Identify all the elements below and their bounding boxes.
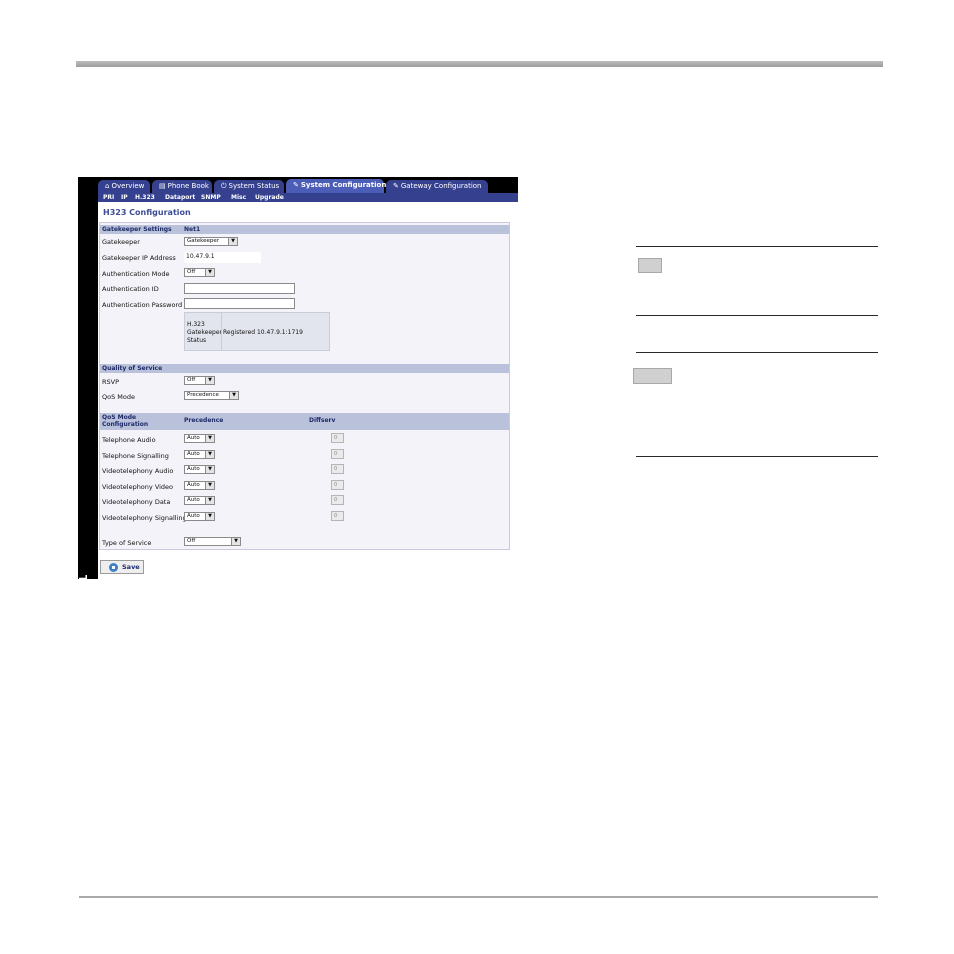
tab-phone-book[interactable]: ▤ Phone Book: [152, 180, 212, 193]
precedence-select[interactable]: Auto ▼: [184, 450, 215, 459]
bottom-rule: [79, 896, 878, 898]
gatekeeper-select[interactable]: Gatekeeper ▼: [184, 237, 238, 246]
tos-select[interactable]: Off ▼: [184, 537, 241, 546]
subnav-dataport[interactable]: Dataport: [165, 193, 195, 202]
qos-row-label: Telephone Audio: [102, 436, 156, 444]
qos-mode-select[interactable]: Precedence ▼: [184, 391, 239, 400]
qos-row-label: Videotelephony Signalling: [102, 514, 187, 522]
gatekeeper-ip-input[interactable]: 10.47.9.1: [184, 252, 261, 263]
wrench-icon: ✎: [293, 181, 299, 189]
chevron-down-icon: ▼: [205, 435, 214, 442]
rsvp-select[interactable]: Off ▼: [184, 376, 215, 385]
brand-sidebar: TANDBERGGateway: [76, 177, 98, 696]
tab-gateway-configuration[interactable]: ✎ Gateway Configuration: [386, 180, 488, 193]
top-rule: [76, 61, 883, 67]
qos-row-label: Telephone Signalling: [102, 452, 169, 460]
qos-config-section-header: QoS Mode Configuration Precedence Diffse…: [100, 413, 509, 430]
tos-label: Type of Service: [102, 539, 152, 547]
home-icon: ⌂: [105, 182, 110, 190]
qos-row-label: Videotelephony Data: [102, 498, 171, 506]
qos-mode-label: QoS Mode: [102, 393, 135, 401]
auth-id-input[interactable]: [184, 283, 295, 294]
power-icon: ⏻: [221, 182, 227, 190]
chevron-down-icon: ▼: [228, 238, 237, 245]
gatekeeper-status-value: Registered 10.47.9.1:1719: [223, 329, 303, 336]
diffserv-input[interactable]: 0: [331, 511, 344, 521]
precedence-select[interactable]: Auto ▼: [184, 434, 215, 443]
diffserv-input[interactable]: 0: [331, 433, 344, 443]
chevron-down-icon: ▼: [205, 269, 214, 276]
gatekeeper-section-header: Gatekeeper Settings Net1: [100, 225, 509, 234]
wrench-icon: ✎: [393, 182, 399, 190]
auth-password-label: Authentication Password: [102, 301, 183, 309]
qos-row-label: Videotelephony Audio: [102, 467, 174, 475]
tab-system-configuration[interactable]: ✎ System Configuration: [286, 179, 386, 193]
gatekeeper-label: Gatekeeper: [102, 238, 140, 246]
auth-mode-select[interactable]: Off ▼: [184, 268, 215, 277]
qos-row-label: Videotelephony Video: [102, 483, 174, 491]
callout-key-box: [633, 368, 672, 384]
callout-rule: [636, 315, 878, 316]
chevron-down-icon: ▼: [205, 377, 214, 384]
config-panel: Gatekeeper Settings Net1 Gatekeeper Gate…: [99, 222, 510, 550]
precedence-select[interactable]: Auto ▼: [184, 465, 215, 474]
subnav-upgrade[interactable]: Upgrade: [255, 193, 284, 202]
gatekeeper-ip-label: Gatekeeper IP Address: [102, 254, 176, 262]
disk-icon: ▪: [109, 563, 118, 572]
sub-navigation: PRI IP H.323 Dataport SNMP Misc Upgrade: [98, 193, 518, 202]
chevron-down-icon: ▼: [205, 451, 214, 458]
subnav-h323[interactable]: H.323: [135, 193, 155, 202]
auth-id-label: Authentication ID: [102, 285, 159, 293]
callout-rule: [636, 352, 878, 353]
chevron-down-icon: ▼: [205, 513, 214, 520]
auth-password-input[interactable]: [184, 298, 295, 309]
callout-rule: [636, 246, 878, 247]
precedence-select[interactable]: Auto ▼: [184, 512, 215, 521]
precedence-select[interactable]: Auto ▼: [184, 481, 215, 490]
callout-key-box: [638, 258, 662, 273]
tab-overview[interactable]: ⌂ Overview: [98, 180, 150, 193]
subnav-ip[interactable]: IP: [121, 193, 128, 202]
qos-section-header: Quality of Service: [100, 364, 509, 373]
diffserv-input[interactable]: 0: [331, 449, 344, 459]
auth-mode-label: Authentication Mode: [102, 270, 170, 278]
tab-system-status[interactable]: ⏻ System Status: [214, 180, 284, 193]
chevron-down-icon: ▼: [205, 497, 214, 504]
callout-rule: [636, 456, 878, 457]
save-button[interactable]: ▪ Save: [100, 560, 144, 574]
phone-book-icon: ▤: [159, 182, 166, 190]
subnav-pri[interactable]: PRI: [103, 193, 114, 202]
chevron-down-icon: ▼: [229, 392, 238, 399]
precedence-select[interactable]: Auto ▼: [184, 496, 215, 505]
subnav-misc[interactable]: Misc: [231, 193, 246, 202]
rsvp-label: RSVP: [102, 378, 120, 386]
diffserv-input[interactable]: 0: [331, 464, 344, 474]
diffserv-input[interactable]: 0: [331, 480, 344, 490]
diffserv-input[interactable]: 0: [331, 495, 344, 505]
brand-logo: TANDBERGGateway: [76, 575, 89, 696]
chevron-down-icon: ▼: [205, 482, 214, 489]
subnav-snmp[interactable]: SNMP: [201, 193, 221, 202]
gatekeeper-status-box: H.323 Gatekeeper Status Registered 10.47…: [184, 312, 330, 351]
chevron-down-icon: ▼: [231, 538, 240, 545]
tab-bar: ⌂ Overview ▤ Phone Book ⏻ System Status ✎ Sy…: [98, 177, 518, 193]
chevron-down-icon: ▼: [205, 466, 214, 473]
page-title: H323 Configuration: [103, 208, 191, 217]
screenshot-panel: TANDBERGGateway ⌂ Overview ▤ Phone Book ⏻ S…: [76, 177, 518, 696]
